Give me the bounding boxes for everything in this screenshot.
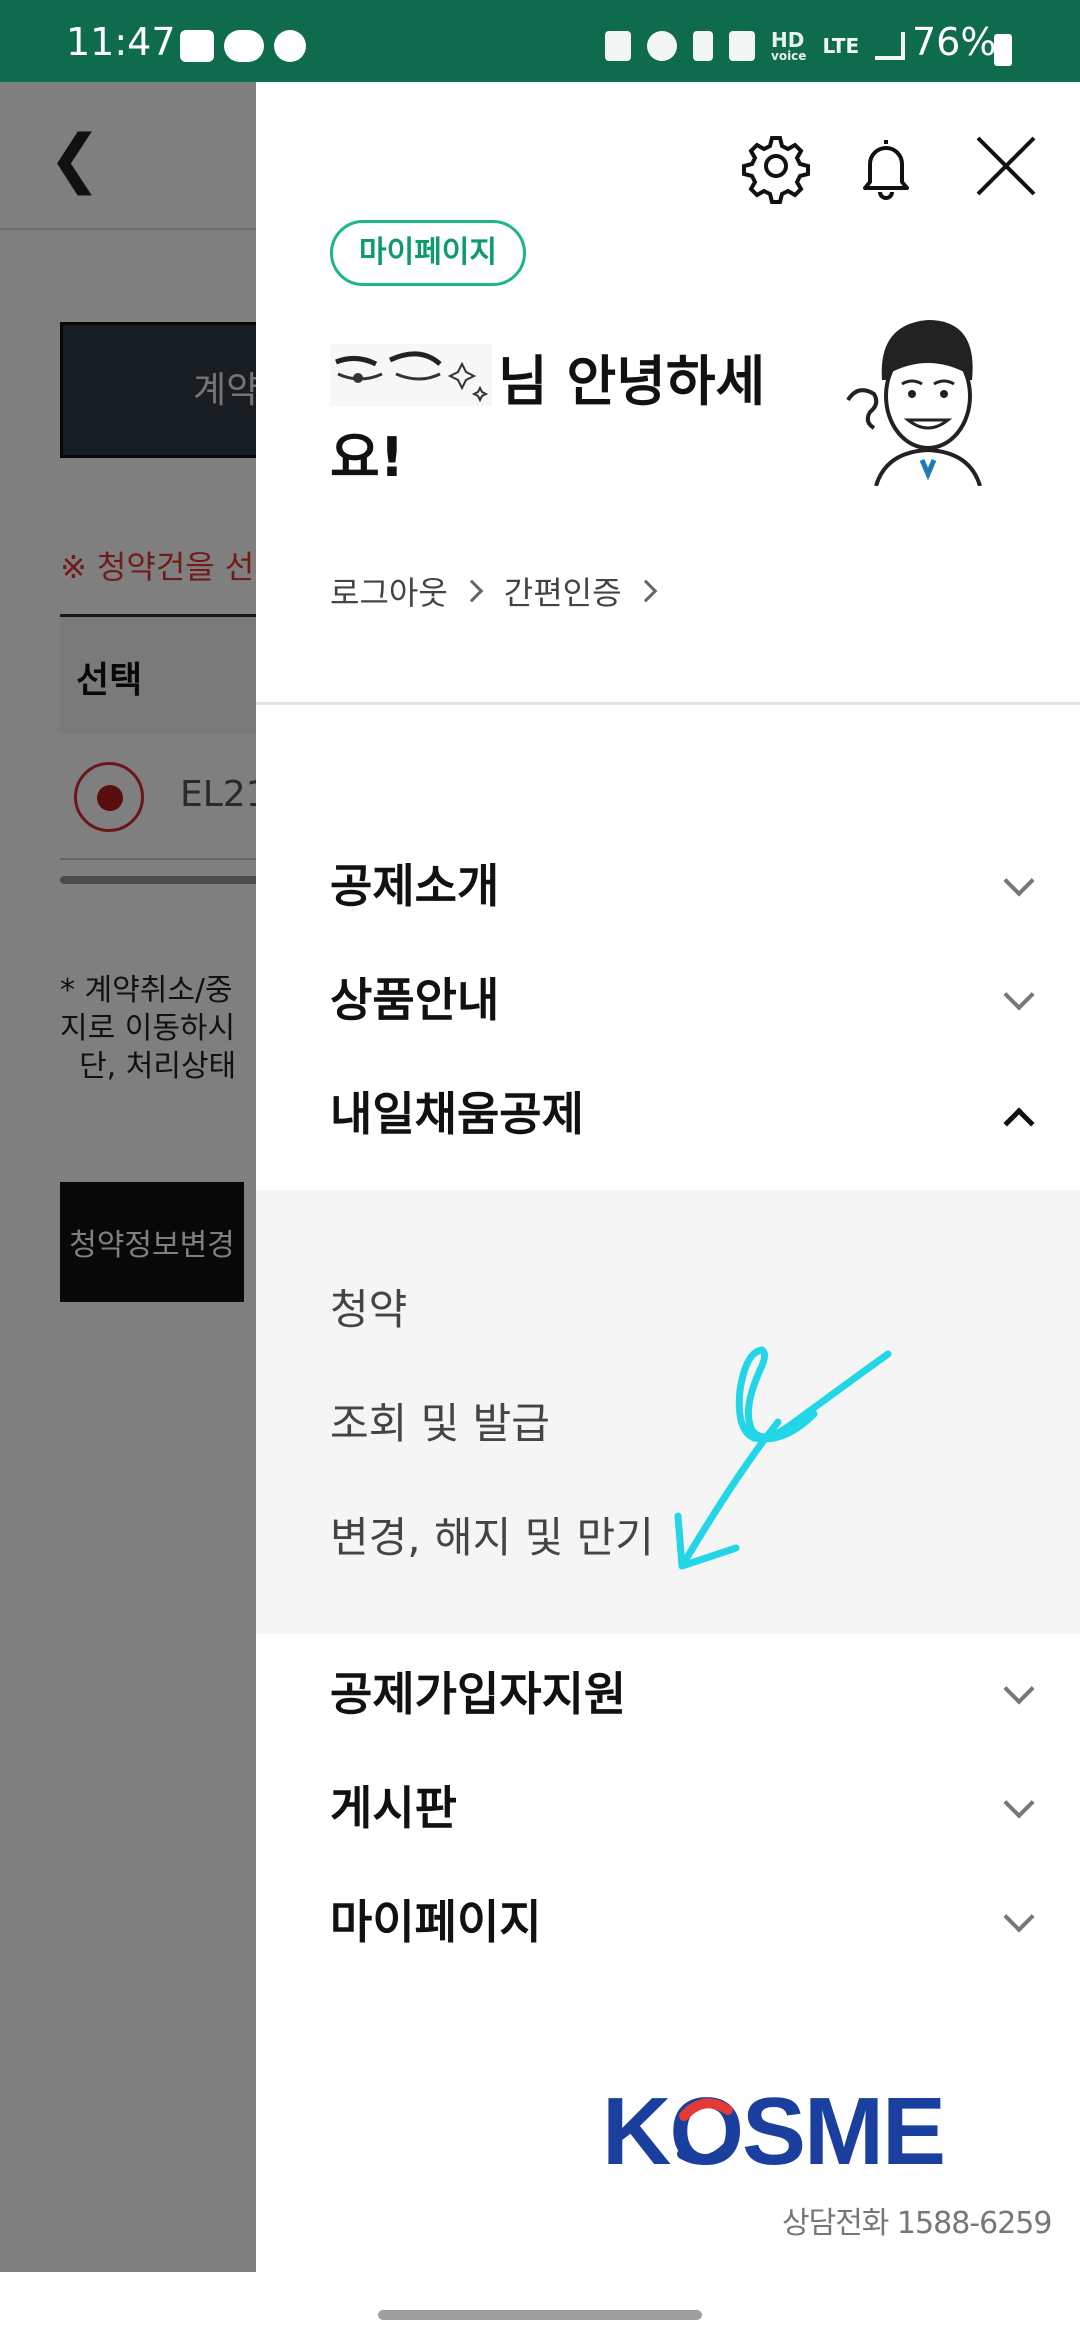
- gallery-icon: [180, 30, 214, 62]
- gear-icon: [742, 136, 810, 204]
- side-drawer: 마이페이지 님 안녕하세요! 로그아웃 간편인증 공제소개 상품안내 내일채움공: [256, 82, 1080, 2294]
- chevron-down-icon: [1003, 1787, 1035, 1819]
- chevron-right-icon: [634, 579, 657, 603]
- signal-icon: [875, 32, 906, 60]
- bell-icon: [863, 140, 909, 200]
- chevron-down-icon: [1003, 979, 1035, 1011]
- mypage-chip[interactable]: 마이페이지: [330, 220, 526, 286]
- menu-item-mypage[interactable]: 마이페이지: [330, 1886, 1035, 1966]
- menu-item-label: 공제가입자지원: [330, 1667, 627, 1721]
- auth-links: 로그아웃 간편인증: [330, 568, 668, 614]
- menu-item-tomorrow-fill[interactable]: 내일채움공제: [330, 1078, 1035, 1158]
- battery-icon: [994, 34, 1012, 66]
- menu-item-label: 내일채움공제: [330, 1087, 584, 1141]
- close-button[interactable]: [968, 128, 1044, 204]
- kosme-logo: KOSME: [602, 2078, 946, 2185]
- status-time: 11:47: [66, 20, 176, 64]
- kosme-logo-text: KOSME: [602, 2078, 944, 2185]
- easy-auth-link[interactable]: 간편인증: [504, 568, 622, 614]
- chevron-down-icon: [1003, 1673, 1035, 1705]
- chevron-down-icon: [1003, 865, 1035, 897]
- menu-item-label: 게시판: [330, 1781, 457, 1835]
- hotline-text: 상담전화 1588-6259: [782, 2206, 1052, 2241]
- mute-icon: [729, 31, 755, 61]
- chevron-right-icon: [460, 579, 484, 603]
- submenu-item-subscription[interactable]: 청약: [330, 1276, 407, 1337]
- submenu-item-change-cancel[interactable]: 변경, 해지 및 만기: [330, 1504, 654, 1565]
- lte-indicator: LTE: [822, 34, 860, 58]
- submenu-item-inquiry[interactable]: 조회 및 발급: [330, 1390, 550, 1451]
- menu-item-board[interactable]: 게시판: [330, 1772, 1035, 1852]
- close-icon: [976, 136, 1036, 196]
- battery-percent: 76%: [912, 20, 997, 64]
- avatar-icon: [846, 320, 982, 486]
- alarm-icon: [647, 31, 677, 61]
- nav-bar: [0, 2294, 1080, 2340]
- menu-item-member-support[interactable]: 공제가입자지원: [330, 1658, 1035, 1738]
- menu-item-label: 마이페이지: [330, 1895, 542, 1949]
- greeting: 님 안녕하세요!: [330, 344, 810, 496]
- redacted-name-icon: [330, 344, 492, 406]
- status-bar: 11:47 HD voice LTE 76%: [0, 0, 1080, 82]
- logout-link[interactable]: 로그아웃: [330, 568, 448, 614]
- menu-item-intro[interactable]: 공제소개: [330, 850, 1035, 930]
- chevron-up-icon: [1003, 1107, 1035, 1139]
- talk-icon: [224, 30, 264, 62]
- chevron-down-icon: [1003, 1901, 1035, 1933]
- home-gesture-handle[interactable]: [378, 2310, 702, 2320]
- system-icons: HD voice LTE: [605, 28, 906, 63]
- recycle-icon: [605, 31, 631, 61]
- notification-button[interactable]: [848, 128, 924, 204]
- menu-item-label: 공제소개: [330, 859, 500, 913]
- notification-icons: [180, 30, 306, 62]
- hd-voice-indicator: HD voice: [771, 28, 807, 63]
- menu-item-label: 상품안내: [330, 973, 500, 1027]
- bluetooth-icon: [693, 31, 713, 61]
- facebook-icon: [274, 30, 306, 62]
- annotation-arrow-icon: [674, 1346, 892, 1570]
- menu-item-products[interactable]: 상품안내: [330, 964, 1035, 1044]
- settings-button[interactable]: [738, 128, 814, 204]
- section-divider: [256, 702, 1080, 705]
